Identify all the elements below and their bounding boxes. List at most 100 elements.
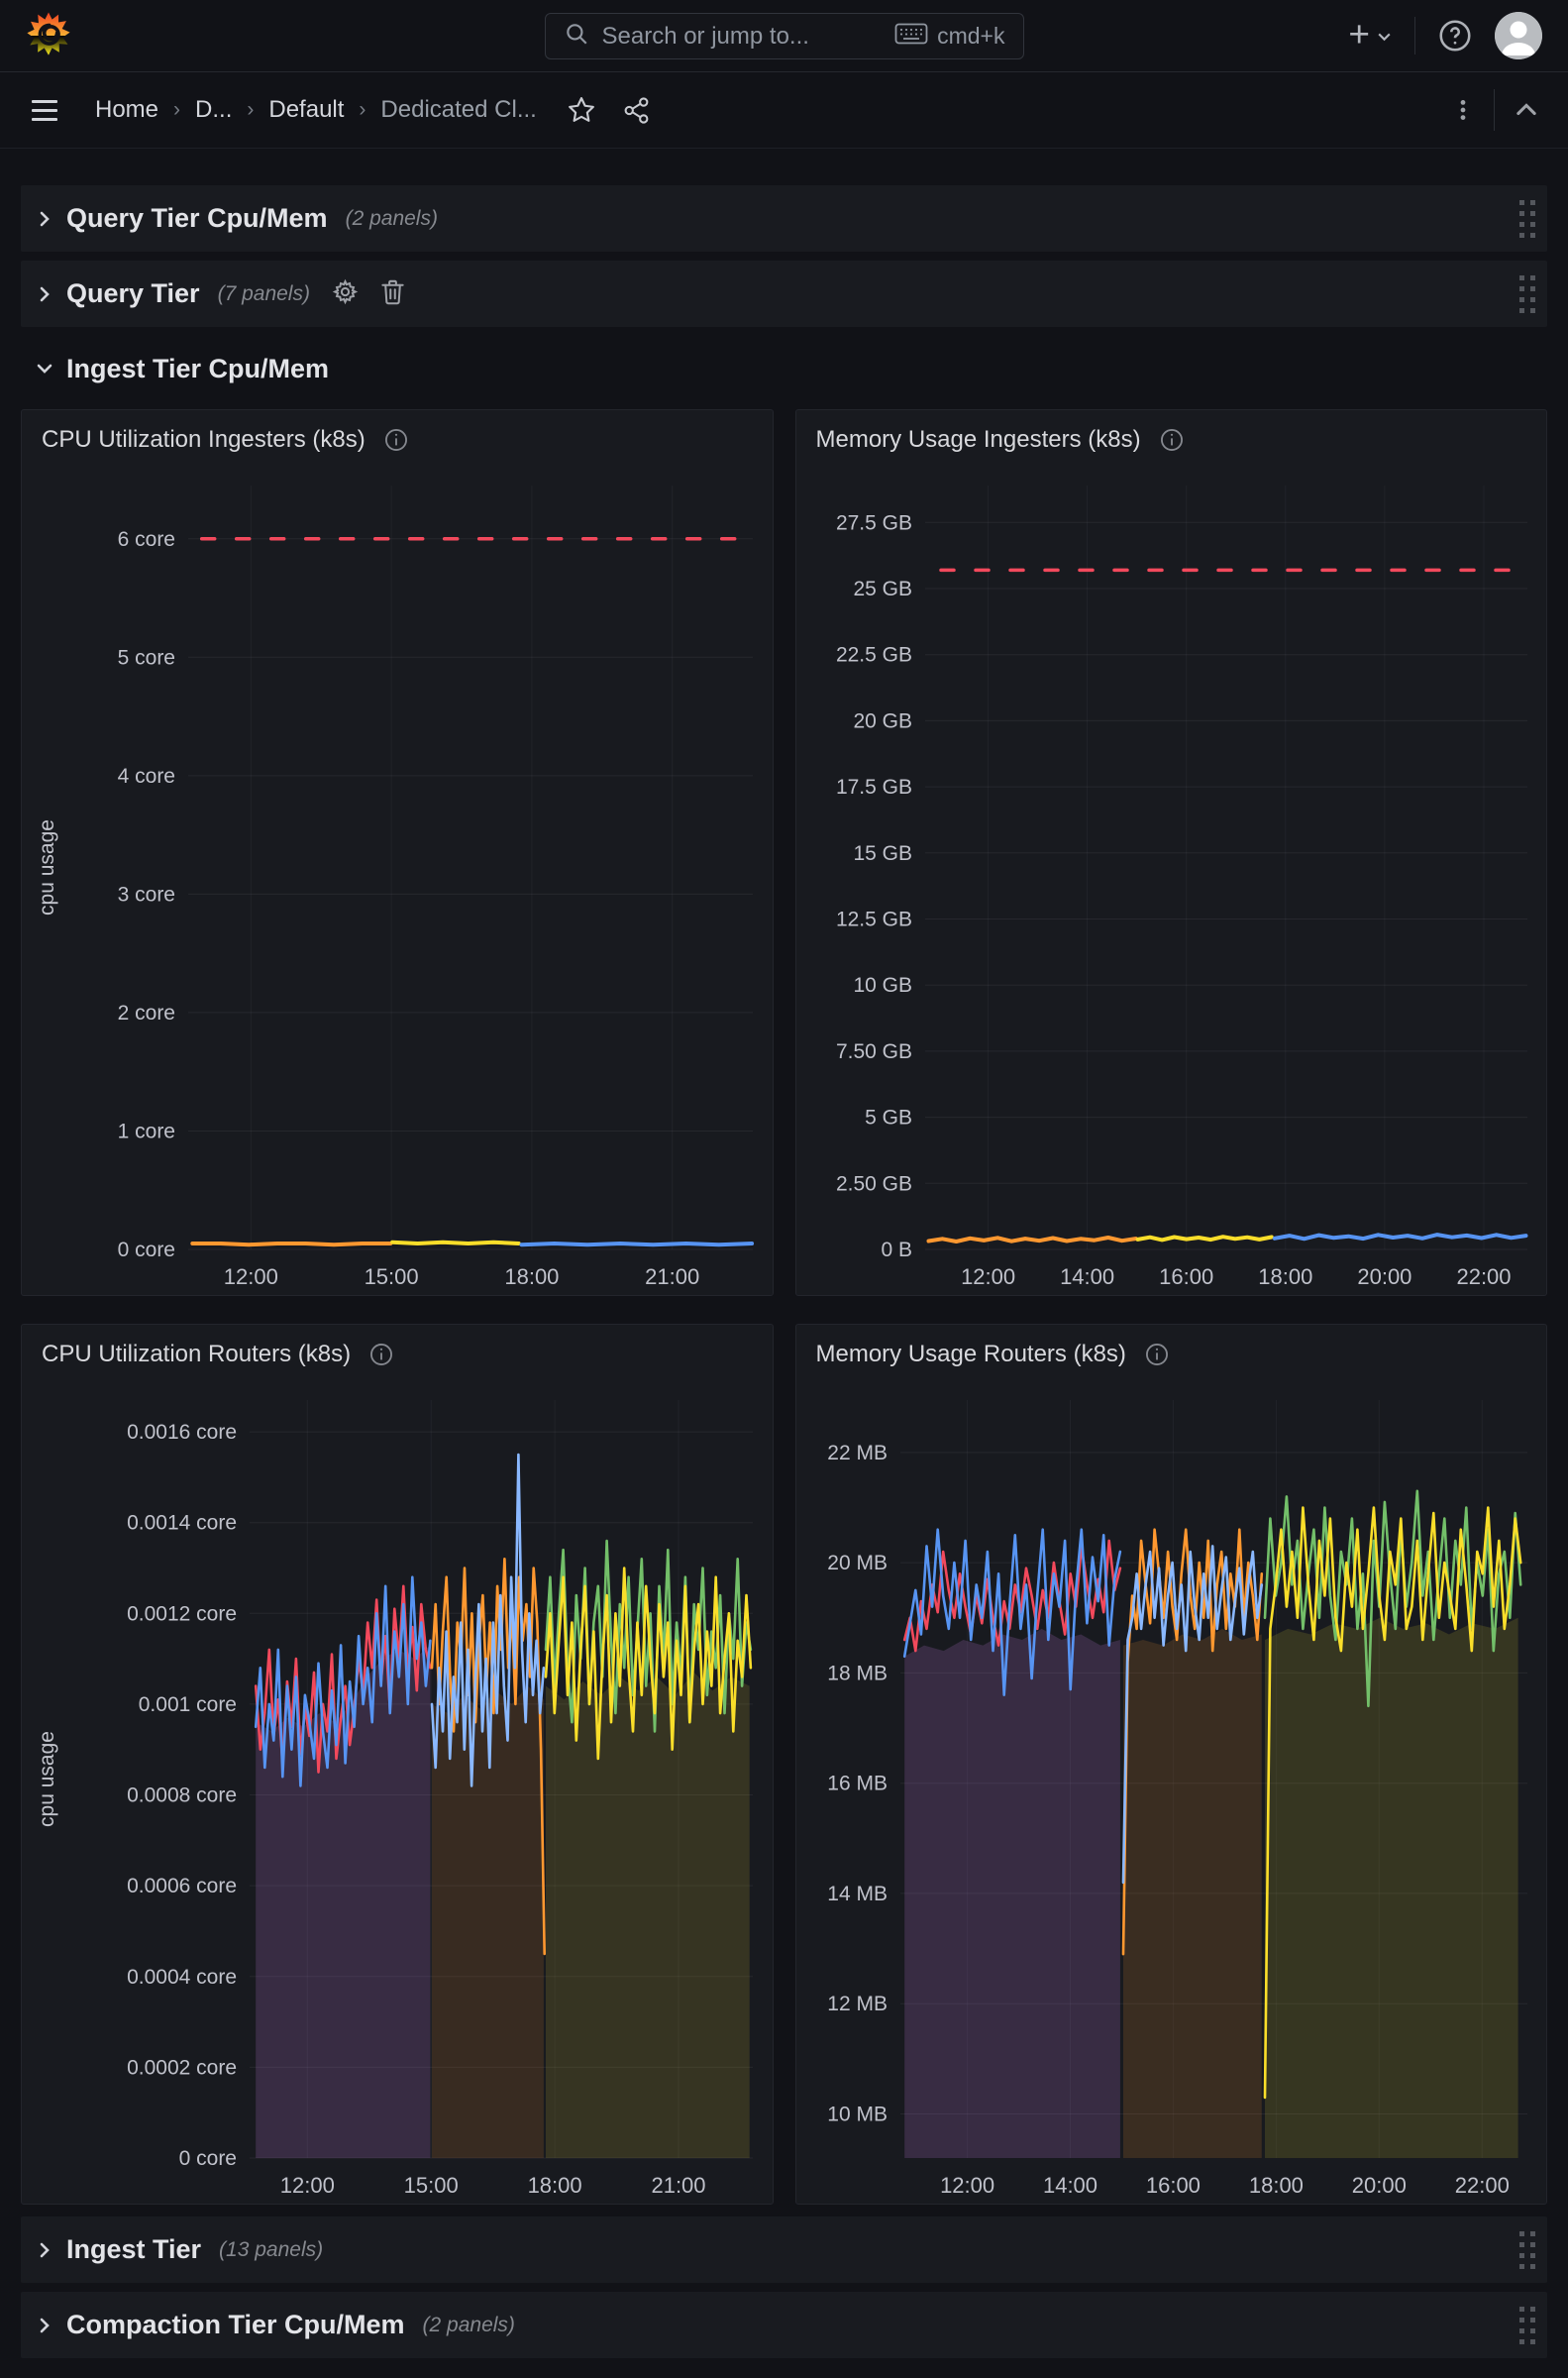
row-delete-trash-icon[interactable]	[380, 278, 405, 310]
chevron-right-icon	[37, 286, 52, 302]
info-icon[interactable]	[1159, 427, 1185, 453]
grafana-logo[interactable]	[26, 11, 71, 61]
svg-text:cpu usage: cpu usage	[36, 1731, 58, 1827]
row-panel-count: (13 panels)	[219, 2238, 323, 2262]
row-drag-handle[interactable]	[1519, 2231, 1535, 2269]
svg-text:21:00: 21:00	[645, 1264, 699, 1289]
svg-text:1 core: 1 core	[118, 1121, 175, 1143]
time-series-chart[interactable]: 0.0016 core0.0014 core0.0012 core0.001 c…	[22, 1384, 773, 2204]
search-input[interactable]: Search or jump to... cmd+k	[545, 13, 1024, 59]
svg-text:16:00: 16:00	[1159, 1264, 1213, 1289]
svg-text:12:00: 12:00	[280, 2173, 335, 2198]
time-series-chart[interactable]: 22 MB20 MB18 MB16 MB14 MB12 MB10 MB12:00…	[796, 1384, 1547, 2204]
collapse-topbar-icon[interactable]	[1513, 96, 1540, 124]
top-bar: Search or jump to... cmd+k +	[0, 0, 1568, 72]
svg-text:15 GB: 15 GB	[853, 842, 912, 865]
svg-text:27.5 GB: 27.5 GB	[835, 511, 911, 534]
panel-title: CPU Utilization Routers (k8s)	[42, 1341, 351, 1368]
row-panel-count: (2 panels)	[346, 207, 438, 231]
search-placeholder: Search or jump to...	[602, 23, 809, 51]
time-series-chart[interactable]: 6 core5 core4 core3 core2 core1 core0 co…	[22, 470, 773, 1295]
svg-text:6 core: 6 core	[118, 528, 175, 551]
row-compaction-tier-cpu-mem[interactable]: Compaction Tier Cpu/Mem (2 panels)	[21, 2292, 1547, 2358]
menu-icon[interactable]	[28, 96, 61, 125]
row-title: Ingest Tier	[66, 2234, 201, 2265]
svg-text:14:00: 14:00	[1042, 2173, 1097, 2198]
chevron-right-icon	[37, 2242, 52, 2258]
svg-text:18:00: 18:00	[504, 1264, 559, 1289]
svg-text:0.0002 core: 0.0002 core	[127, 2056, 237, 2079]
divider	[1494, 89, 1495, 131]
svg-text:20 MB: 20 MB	[827, 1552, 888, 1574]
svg-text:0.0016 core: 0.0016 core	[127, 1421, 237, 1444]
svg-text:18 MB: 18 MB	[827, 1662, 888, 1684]
share-icon[interactable]	[622, 96, 651, 125]
panel-cpu-utilization-ingesters: CPU Utilization Ingesters (k8s) 6 core5 …	[21, 409, 774, 1296]
panel-header[interactable]: Memory Usage Ingesters (k8s)	[796, 410, 1547, 470]
breadcrumb-separator: ›	[173, 98, 180, 122]
panel-header[interactable]: Memory Usage Routers (k8s)	[796, 1325, 1547, 1384]
dashboard-canvas: Query Tier Cpu/Mem (2 panels) Query Tier…	[0, 149, 1568, 2358]
row-query-tier[interactable]: Query Tier (7 panels)	[21, 261, 1547, 327]
svg-text:0.0006 core: 0.0006 core	[127, 1875, 237, 1897]
row-title: Compaction Tier Cpu/Mem	[66, 2310, 405, 2340]
row-drag-handle[interactable]	[1519, 275, 1535, 313]
svg-text:10 GB: 10 GB	[853, 974, 912, 997]
svg-text:0 core: 0 core	[179, 2147, 237, 2170]
svg-text:2 core: 2 core	[118, 1002, 175, 1025]
search-icon	[564, 21, 589, 52]
info-icon[interactable]	[383, 427, 409, 453]
svg-text:3 core: 3 core	[118, 883, 175, 906]
panel-header[interactable]: CPU Utilization Ingesters (k8s)	[22, 410, 773, 470]
breadcrumb-dashboards[interactable]: D...	[195, 96, 232, 124]
svg-text:2.50 GB: 2.50 GB	[835, 1172, 911, 1195]
breadcrumb-folder[interactable]: Default	[268, 96, 344, 124]
info-icon[interactable]	[368, 1342, 394, 1367]
breadcrumb-home[interactable]: Home	[95, 96, 158, 124]
user-avatar[interactable]	[1495, 12, 1542, 59]
help-icon[interactable]	[1437, 18, 1473, 54]
svg-text:5 GB: 5 GB	[865, 1107, 912, 1130]
row-drag-handle[interactable]	[1519, 200, 1535, 238]
divider	[1414, 17, 1415, 54]
svg-text:0.0014 core: 0.0014 core	[127, 1512, 237, 1535]
svg-text:18:00: 18:00	[1258, 1264, 1312, 1289]
info-icon[interactable]	[1144, 1342, 1170, 1367]
svg-text:10 MB: 10 MB	[827, 2104, 888, 2126]
time-series-chart[interactable]: 27.5 GB25 GB22.5 GB20 GB17.5 GB15 GB12.5…	[796, 470, 1547, 1295]
row-settings-gear-icon[interactable]	[332, 278, 359, 310]
svg-text:7.50 GB: 7.50 GB	[835, 1040, 911, 1063]
row-drag-handle[interactable]	[1519, 2307, 1535, 2344]
row-ingest-tier[interactable]: Ingest Tier (13 panels)	[21, 2216, 1547, 2283]
svg-text:18:00: 18:00	[1248, 2173, 1303, 2198]
svg-text:0.0008 core: 0.0008 core	[127, 1784, 237, 1807]
svg-text:22:00: 22:00	[1456, 1264, 1511, 1289]
row-panel-count: (2 panels)	[423, 2314, 515, 2337]
star-icon[interactable]	[567, 95, 596, 125]
svg-text:22:00: 22:00	[1454, 2173, 1509, 2198]
svg-text:25 GB: 25 GB	[853, 578, 912, 600]
svg-text:12:00: 12:00	[224, 1264, 278, 1289]
svg-text:0 B: 0 B	[881, 1239, 912, 1261]
kebab-menu-icon[interactable]	[1450, 97, 1476, 123]
svg-text:12 MB: 12 MB	[827, 1993, 888, 2015]
svg-text:15:00: 15:00	[365, 1264, 419, 1289]
new-dropdown-button[interactable]: +	[1348, 20, 1393, 53]
svg-text:18:00: 18:00	[528, 2173, 582, 2198]
keyboard-icon	[894, 22, 928, 52]
plus-icon: +	[1348, 16, 1370, 53]
row-ingest-tier-cpu-mem[interactable]: Ingest Tier Cpu/Mem	[21, 337, 1547, 400]
breadcrumb-current: Dedicated Cl...	[380, 96, 536, 124]
panel-cpu-utilization-routers: CPU Utilization Routers (k8s) 0.0016 cor…	[21, 1324, 774, 2205]
svg-text:0 core: 0 core	[118, 1239, 175, 1261]
row-query-tier-cpu-mem[interactable]: Query Tier Cpu/Mem (2 panels)	[21, 185, 1547, 252]
row-title: Query Tier	[66, 278, 200, 309]
svg-text:12:00: 12:00	[961, 1264, 1015, 1289]
chevron-right-icon	[37, 2318, 52, 2333]
svg-text:20 GB: 20 GB	[853, 709, 912, 732]
panel-header[interactable]: CPU Utilization Routers (k8s)	[22, 1325, 773, 1384]
svg-text:0.0004 core: 0.0004 core	[127, 1966, 237, 1989]
breadcrumb: Home › D... › Default › Dedicated Cl...	[95, 96, 537, 124]
svg-text:20:00: 20:00	[1351, 2173, 1406, 2198]
search-shortcut: cmd+k	[937, 23, 1004, 50]
